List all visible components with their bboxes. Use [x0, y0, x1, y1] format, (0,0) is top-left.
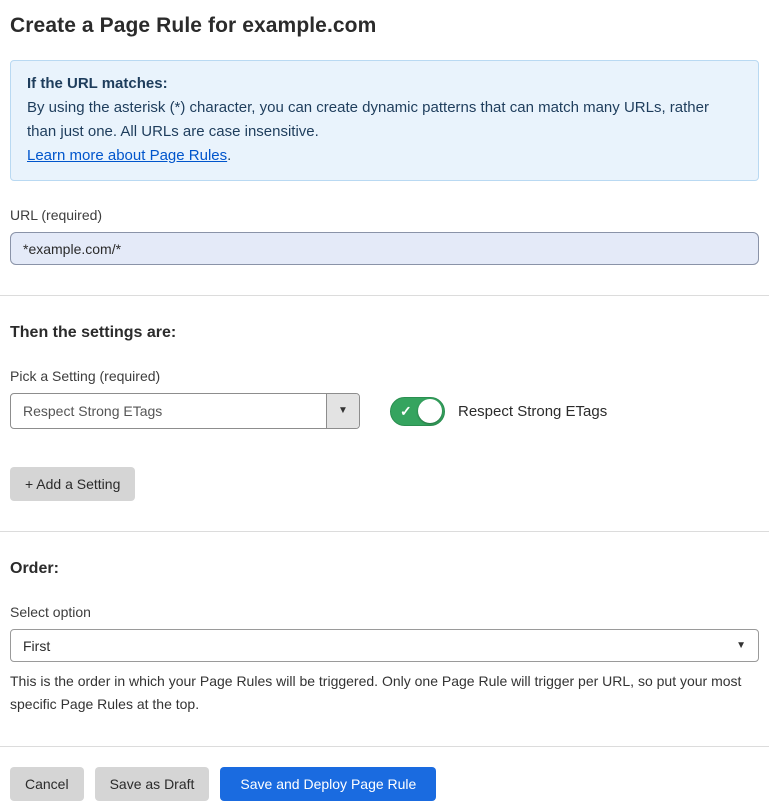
divider: [0, 531, 769, 532]
cancel-button[interactable]: Cancel: [10, 767, 84, 801]
order-select[interactable]: First ▼: [10, 629, 759, 662]
info-link-period: .: [227, 147, 231, 164]
info-box-heading: If the URL matches:: [27, 72, 742, 96]
url-label: URL (required): [10, 207, 759, 223]
order-select-label: Select option: [10, 604, 759, 620]
setting-select-caret-button[interactable]: ▼: [326, 394, 359, 428]
save-and-deploy-button[interactable]: Save and Deploy Page Rule: [220, 767, 436, 801]
setting-select[interactable]: Respect Strong ETags ▼: [10, 393, 360, 429]
url-input[interactable]: [10, 232, 759, 265]
setting-toggle[interactable]: ✓: [390, 397, 445, 426]
chevron-down-icon: ▼: [736, 641, 746, 651]
url-match-info-box: If the URL matches: By using the asteris…: [10, 60, 759, 181]
setting-row: Respect Strong ETags ▼ ✓ Respect Strong …: [10, 393, 759, 429]
create-page-rule-form: Create a Page Rule for example.com If th…: [0, 0, 769, 801]
chevron-down-icon: ▼: [338, 406, 348, 416]
pick-setting-label: Pick a Setting (required): [10, 368, 759, 384]
setting-toggle-label: Respect Strong ETags: [458, 403, 607, 420]
toggle-knob: [418, 399, 442, 423]
settings-section-heading: Then the settings are:: [10, 324, 759, 342]
setting-select-value: Respect Strong ETags: [11, 394, 326, 428]
order-select-value: First: [23, 638, 50, 654]
page-title: Create a Page Rule for example.com: [10, 14, 759, 38]
order-section-heading: Order:: [10, 560, 759, 578]
learn-more-link[interactable]: Learn more about Page Rules: [27, 147, 227, 164]
divider: [0, 295, 769, 296]
divider: [0, 746, 769, 747]
check-icon: ✓: [400, 403, 412, 420]
info-box-body: By using the asterisk (*) character, you…: [27, 96, 742, 144]
order-help-text: This is the order in which your Page Rul…: [10, 670, 750, 716]
info-box-link-row: Learn more about Page Rules.: [27, 144, 742, 168]
add-setting-button[interactable]: + Add a Setting: [10, 467, 135, 501]
form-footer: Cancel Save as Draft Save and Deploy Pag…: [10, 767, 759, 801]
save-as-draft-button[interactable]: Save as Draft: [95, 767, 210, 801]
